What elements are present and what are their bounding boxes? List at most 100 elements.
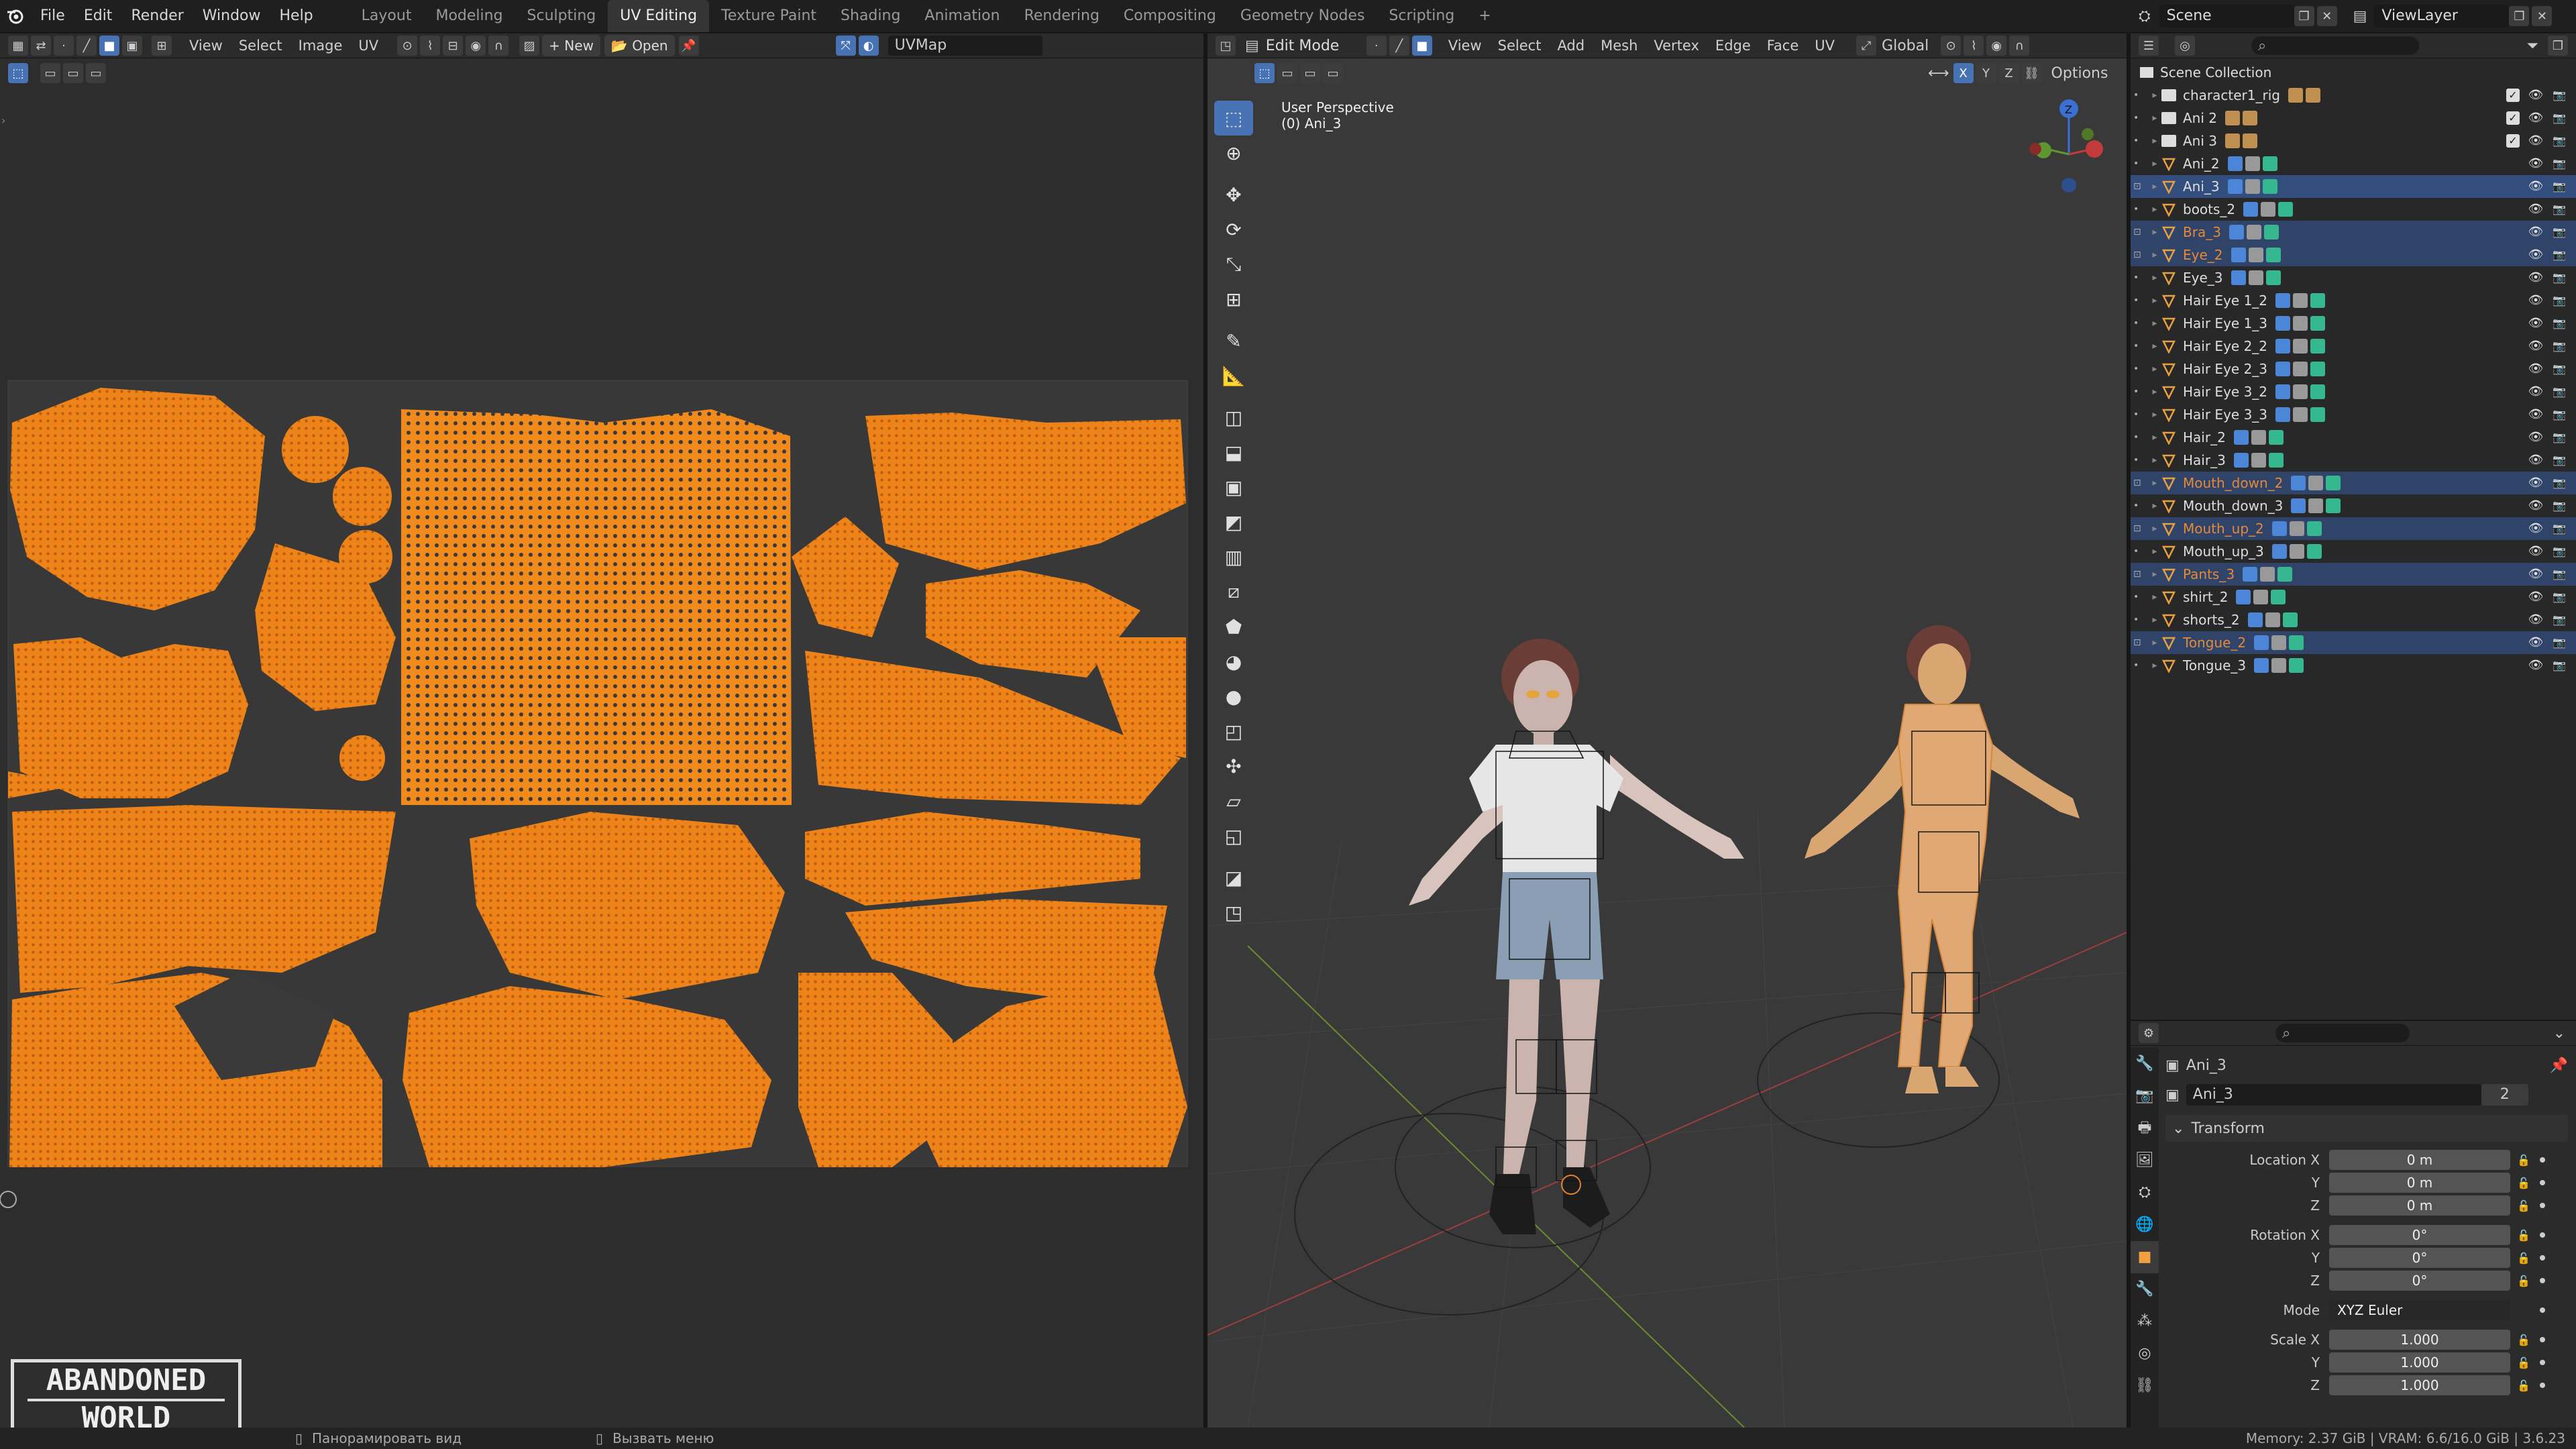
- render-camera-icon[interactable]: 📷: [2552, 659, 2567, 672]
- rotation-x-field[interactable]: 0°: [2329, 1225, 2510, 1245]
- expand-triangle-icon[interactable]: ▸: [2148, 364, 2161, 374]
- editor-type-icon[interactable]: ☰: [2139, 36, 2159, 56]
- expand-triangle-icon[interactable]: ▸: [2148, 250, 2161, 260]
- location-x-field[interactable]: 0 m: [2329, 1150, 2510, 1170]
- visibility-eye-icon[interactable]: 👁: [2528, 408, 2544, 421]
- outliner-row[interactable]: • ▸ Hair Eye 3_2 👁 📷: [2131, 380, 2576, 403]
- visibility-eye-icon[interactable]: 👁: [2528, 89, 2544, 102]
- lock-icon[interactable]: 🔓: [2517, 1154, 2533, 1167]
- location-y-field[interactable]: 0 m: [2329, 1173, 2510, 1193]
- rip-tool[interactable]: ◱: [1214, 818, 1253, 853]
- lock-icon[interactable]: 🔓: [2517, 1177, 2533, 1189]
- render-tab-icon[interactable]: 📷: [2131, 1080, 2159, 1112]
- outliner-row[interactable]: ⊡ ▸ Pants_3 👁 📷: [2131, 563, 2576, 586]
- scale-z-field[interactable]: 1.000: [2329, 1375, 2510, 1395]
- render-camera-icon[interactable]: 📷: [2552, 248, 2567, 262]
- lock-icon[interactable]: 🔓: [2517, 1229, 2533, 1242]
- keyframe-dot[interactable]: [2540, 1360, 2545, 1365]
- outliner-row[interactable]: • ▸ Hair Eye 1_3 👁 📷: [2131, 312, 2576, 335]
- delete-scene-icon[interactable]: ✕: [2316, 6, 2337, 26]
- keyframe-dot[interactable]: [2540, 1203, 2545, 1208]
- visibility-eye-icon[interactable]: 👁: [2528, 225, 2544, 239]
- render-camera-icon[interactable]: 📷: [2552, 362, 2567, 376]
- expand-triangle-icon[interactable]: ▸: [2148, 158, 2161, 169]
- render-camera-icon[interactable]: 📷: [2552, 476, 2567, 490]
- keyframe-dot[interactable]: [2540, 1232, 2545, 1238]
- tab-animation[interactable]: Animation: [912, 0, 1012, 32]
- chevron-down-icon[interactable]: ⌄: [2553, 1025, 2565, 1042]
- visibility-eye-icon[interactable]: 👁: [2528, 453, 2544, 467]
- filter-icon[interactable]: ⏷: [2526, 38, 2538, 54]
- expand-triangle-icon[interactable]: ▸: [2148, 660, 2161, 671]
- lock-icon[interactable]: 🔓: [2517, 1334, 2533, 1346]
- cursor-tool[interactable]: ⊕: [1214, 136, 1253, 170]
- view-layer-tab-icon[interactable]: 🖼: [2131, 1144, 2159, 1177]
- lock-icon[interactable]: 🔓: [2517, 1275, 2533, 1287]
- visibility-eye-icon[interactable]: 👁: [2528, 180, 2544, 193]
- render-camera-icon[interactable]: 📷: [2552, 111, 2567, 125]
- expand-triangle-icon[interactable]: ▸: [2148, 592, 2161, 602]
- keyframe-dot[interactable]: [2540, 1383, 2545, 1388]
- outliner-row[interactable]: • ▸ Mouth_up_3 👁 📷: [2131, 540, 2576, 563]
- outliner-row[interactable]: • ▸ Hair Eye 2_3 👁 📷: [2131, 358, 2576, 380]
- outliner-search[interactable]: ⌕: [2251, 36, 2419, 55]
- scale-tool[interactable]: ⤡: [1214, 247, 1253, 282]
- expand-triangle-icon[interactable]: ▸: [2148, 614, 2161, 625]
- keyframe-dot[interactable]: [2540, 1180, 2545, 1185]
- menu-help[interactable]: Help: [270, 0, 323, 32]
- render-camera-icon[interactable]: 📷: [2552, 134, 2567, 148]
- extrude-tool[interactable]: ⬓: [1214, 435, 1253, 470]
- render-camera-icon[interactable]: 📷: [2552, 568, 2567, 581]
- expand-triangle-icon[interactable]: ▸: [2148, 546, 2161, 557]
- shrink-fatten-tool[interactable]: ✣: [1214, 749, 1253, 784]
- outliner-row[interactable]: ⊡ ▸ Tongue_2 👁 📷: [2131, 631, 2576, 654]
- outliner-row[interactable]: ⊡ ▸ Mouth_up_2 👁 📷: [2131, 517, 2576, 540]
- new-scene-icon[interactable]: ❐: [2294, 6, 2314, 26]
- delete-viewlayer-icon[interactable]: ✕: [2532, 6, 2553, 26]
- scene-selector[interactable]: Scene: [2158, 5, 2294, 28]
- expand-triangle-icon[interactable]: ▸: [2148, 272, 2161, 283]
- expand-triangle-icon[interactable]: ▸: [2148, 455, 2161, 466]
- move-tool[interactable]: ✥: [1214, 177, 1253, 212]
- lock-icon[interactable]: 🔓: [2517, 1379, 2533, 1392]
- outliner-row[interactable]: ⊡ ▸ Ani_3 👁 📷: [2131, 175, 2576, 198]
- scene-tab-icon[interactable]: ⛭: [2131, 1177, 2159, 1209]
- visibility-eye-icon[interactable]: 👁: [2528, 522, 2544, 535]
- menu-render[interactable]: Render: [121, 0, 193, 32]
- outliner-row[interactable]: • ▸ Hair_3 👁 📷: [2131, 449, 2576, 472]
- tab-scripting[interactable]: Scripting: [1377, 0, 1466, 32]
- select-box-tool[interactable]: ⬚: [1214, 101, 1253, 136]
- properties-editor[interactable]: ⚙ ⌕ ⌄ 🔧 📷 🖶 🖼 ⛭ 🌐 ■ 🔧 ⁂ ◎ ⛓ ▣ Ani_3 📌 ▣ …: [2131, 1021, 2576, 1428]
- knife-tool[interactable]: ⧄: [1214, 574, 1253, 609]
- visibility-eye-icon[interactable]: 👁: [2528, 111, 2544, 125]
- visibility-eye-icon[interactable]: 👁: [2528, 339, 2544, 353]
- render-camera-icon[interactable]: 📷: [2552, 613, 2567, 627]
- render-camera-icon[interactable]: 📷: [2552, 385, 2567, 398]
- keyframe-dot[interactable]: [2540, 1157, 2545, 1163]
- exclude-checkbox[interactable]: ✓: [2506, 111, 2520, 125]
- add-cube-tool[interactable]: ◫: [1214, 400, 1253, 435]
- shear-tool[interactable]: ▱: [1214, 784, 1253, 818]
- users-count[interactable]: 2: [2481, 1084, 2528, 1106]
- outliner-row[interactable]: • ▸ boots_2 👁 📷: [2131, 198, 2576, 221]
- expand-triangle-icon[interactable]: ▸: [2148, 386, 2161, 397]
- rip-edge-tool[interactable]: ◳: [1214, 895, 1253, 930]
- scale-x-field[interactable]: 1.000: [2329, 1330, 2510, 1350]
- visibility-eye-icon[interactable]: 👁: [2528, 203, 2544, 216]
- smooth-tool[interactable]: ●: [1214, 679, 1253, 714]
- particles-tab-icon[interactable]: ⁂: [2131, 1305, 2159, 1338]
- menu-window[interactable]: Window: [193, 0, 270, 32]
- outliner-row[interactable]: • ▸ Mouth_down_3 👁 📷: [2131, 494, 2576, 517]
- edge-slide-tool[interactable]: ◰: [1214, 714, 1253, 749]
- viewport-scene[interactable]: Z: [1208, 34, 2127, 1428]
- outliner-row[interactable]: • ▸ Ani 3 ✓ 👁 📷: [2131, 129, 2576, 152]
- location-z-field[interactable]: 0 m: [2329, 1195, 2510, 1216]
- new-viewlayer-icon[interactable]: ❐: [2509, 6, 2530, 26]
- outliner[interactable]: ☰ ◎ ⌕ ⏷ ❐ Scene Collection • ▸ character1_…: [2131, 34, 2576, 1020]
- modifier-tab-icon[interactable]: 🔧: [2131, 1273, 2159, 1305]
- rotation-mode-select[interactable]: XYZ Euler: [2329, 1300, 2510, 1320]
- visibility-eye-icon[interactable]: 👁: [2528, 134, 2544, 148]
- tab-shading[interactable]: Shading: [828, 0, 912, 32]
- render-camera-icon[interactable]: 📷: [2552, 431, 2567, 444]
- render-camera-icon[interactable]: 📷: [2552, 339, 2567, 353]
